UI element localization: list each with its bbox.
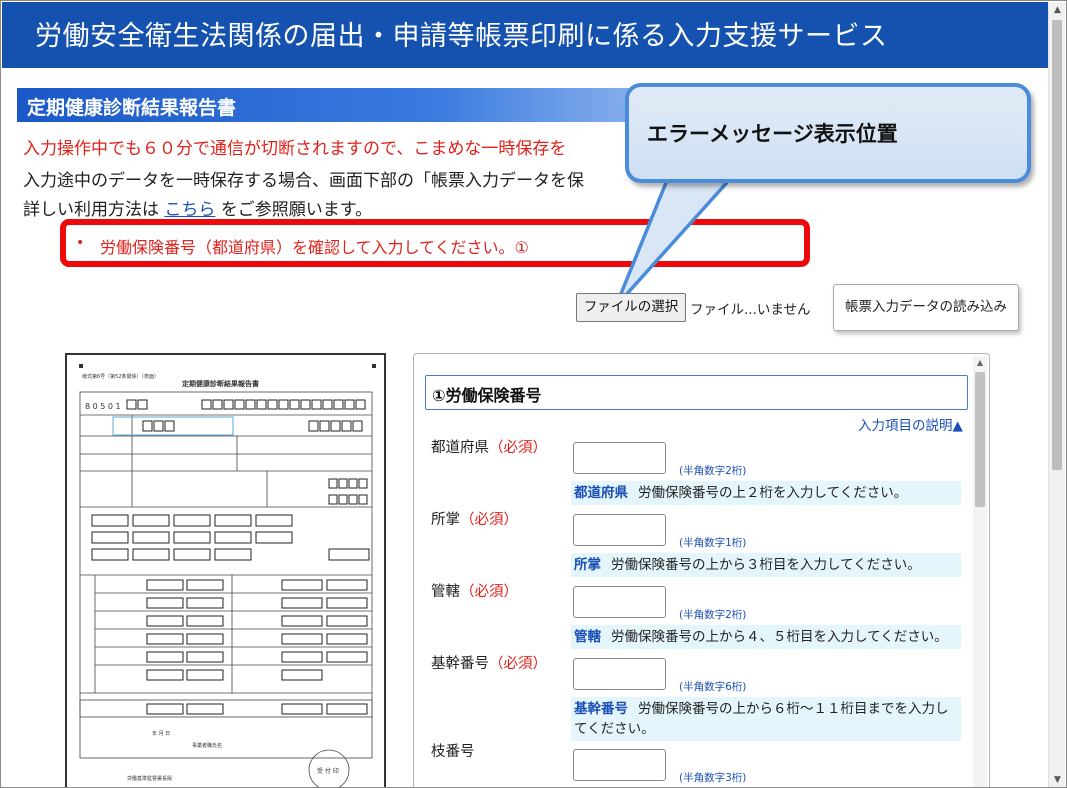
panel-scrollbar[interactable]: ▲	[973, 356, 987, 787]
field-description: 管轄 労働保険番号の上から４、５桁目を入力してください。	[571, 625, 961, 649]
field-hint: (半角数字1桁)	[679, 537, 747, 549]
file-status-text: ファイル...いません	[690, 302, 811, 318]
form-bottom-date: 年 月 日	[152, 730, 170, 737]
field-desc-text: 労働保険番号の上から６桁〜１１桁目までを入力してください。	[574, 701, 949, 737]
form-code-boxes: 8 0 5 0 1	[85, 402, 121, 411]
section-title: 定期健康診断結果報告書	[27, 97, 237, 119]
load-data-button[interactable]: 帳票入力データの読み込み	[833, 284, 1019, 331]
field-section-title: ①労働保険番号	[432, 386, 542, 405]
usage-guidance: 詳しい利用方法は こちら をご参照願います。	[23, 195, 372, 220]
required-mark: （必須）	[489, 656, 547, 672]
input-panel: ①労働保険番号 入力項目の説明▲ 都道府県（必須） (半角数字2桁) 都道府県労…	[413, 353, 990, 787]
form-bottom-name: 事業者職氏名	[192, 742, 222, 749]
field-label-jurisdiction-type: 所掌（必須）	[431, 508, 518, 529]
field-hint: (半角数字6桁)	[679, 681, 747, 693]
form-preview-image: 様式第6号（第52条関係）（表面） 定期健康診断結果報告書 8 0 5 0 1 …	[79, 364, 376, 787]
page-scrollbar[interactable]: ▲ ▼	[1048, 2, 1066, 787]
field-hint: (半角数字2桁)	[679, 609, 747, 621]
jurisdiction-input[interactable]	[573, 586, 666, 618]
jurisdiction-type-input[interactable]	[573, 514, 666, 546]
input-help-link[interactable]: 入力項目の説明▲	[858, 414, 963, 434]
field-desc-text: 労働保険番号の上から４、５桁目を入力してください。	[611, 629, 948, 645]
app-header: 労働安全衛生法関係の届出・申請等帳票印刷に係る入力支援サービス	[2, 2, 1048, 68]
panel-scroll-thumb[interactable]	[975, 372, 985, 507]
app-title: 労働安全衛生法関係の届出・申請等帳票印刷に係る入力支援サービス	[35, 21, 888, 52]
error-bullet: •	[76, 235, 85, 251]
browser-window: 労働安全衛生法関係の届出・申請等帳票印刷に係る入力支援サービス 定期健康診断結果…	[0, 0, 1067, 788]
field-label-text: 基幹番号	[431, 656, 489, 672]
branch-number-input[interactable]	[573, 749, 666, 781]
required-mark: （必須）	[460, 512, 518, 528]
field-label-branch-number: 枝番号	[431, 740, 475, 761]
field-desc-keyword: 管轄	[574, 629, 601, 645]
field-description: 所掌 労働保険番号の上から３桁目を入力してください。	[571, 553, 961, 577]
base-number-input[interactable]	[573, 658, 666, 690]
field-section-header: ①労働保険番号	[425, 375, 968, 410]
field-label-prefecture: 都道府県（必須）	[431, 436, 547, 457]
field-label-text: 枝番号	[431, 744, 475, 760]
main-content: 定期健康診断結果報告書 入力操作中でも６０分で通信が切断されますので、こまめな一…	[2, 68, 1048, 787]
form-bottom-dest: 労働基準監督署長殿	[127, 775, 172, 782]
field-desc-text: 労働保険番号の上２桁を入力してください。	[638, 485, 908, 501]
page-scroll-thumb[interactable]	[1052, 20, 1062, 470]
field-label-jurisdiction: 管轄（必須）	[431, 580, 518, 601]
form-doc-title: 定期健康診断結果報告書	[182, 379, 259, 388]
form-stamp: 受 付 印	[317, 767, 339, 775]
usage-prefix: 詳しい利用方法は	[23, 200, 159, 220]
required-mark: （必須）	[460, 584, 518, 600]
field-desc-keyword: 都道府県	[574, 485, 628, 501]
field-label-text: 都道府県	[431, 440, 489, 456]
usage-suffix: をご参照願います。	[220, 200, 373, 220]
scroll-up-arrow-icon[interactable]: ▲	[1049, 2, 1066, 18]
callout-text: エラーメッセージ表示位置	[647, 122, 898, 146]
field-label-text: 所掌	[431, 512, 460, 528]
field-desc-keyword: 基幹番号	[574, 701, 628, 717]
save-guidance: 入力途中のデータを一時保存する場合、画面下部の「帳票入力データを保	[23, 171, 584, 191]
required-mark: （必須）	[489, 440, 547, 456]
scroll-up-arrow-icon[interactable]: ▲	[973, 356, 987, 370]
form-preview: 様式第6号（第52条関係）（表面） 定期健康診断結果報告書 8 0 5 0 1 …	[65, 353, 386, 787]
field-description: 都道府県 労働保険番号の上２桁を入力してください。	[571, 481, 961, 505]
field-hint: (半角数字3桁)	[679, 772, 747, 784]
callout-pointer	[614, 166, 742, 308]
file-choose-button[interactable]: ファイルの選択	[576, 293, 686, 322]
field-desc-keyword: 所掌	[574, 557, 601, 573]
scroll-down-arrow-icon[interactable]: ▼	[1049, 772, 1066, 787]
prefecture-input[interactable]	[573, 442, 666, 474]
usage-link[interactable]: こちら	[164, 200, 215, 220]
field-label-base-number: 基幹番号（必須）	[431, 652, 547, 673]
timeout-warning: 入力操作中でも６０分で通信が切断されますので、こまめな一時保存を	[23, 139, 567, 159]
field-description: 基幹番号 労働保険番号の上から６桁〜１１桁目までを入力してください。	[571, 697, 961, 741]
error-message: 労働保険番号（都道府県）を確認して入力してください。①	[100, 238, 529, 257]
field-hint: (半角数字2桁)	[679, 465, 747, 477]
form-number: 様式第6号（第52条関係）（表面）	[82, 373, 159, 380]
field-label-text: 管轄	[431, 584, 460, 600]
callout-annotation: エラーメッセージ表示位置	[625, 83, 1031, 183]
field-desc-text: 労働保険番号の上から３桁目を入力してください。	[611, 557, 921, 573]
